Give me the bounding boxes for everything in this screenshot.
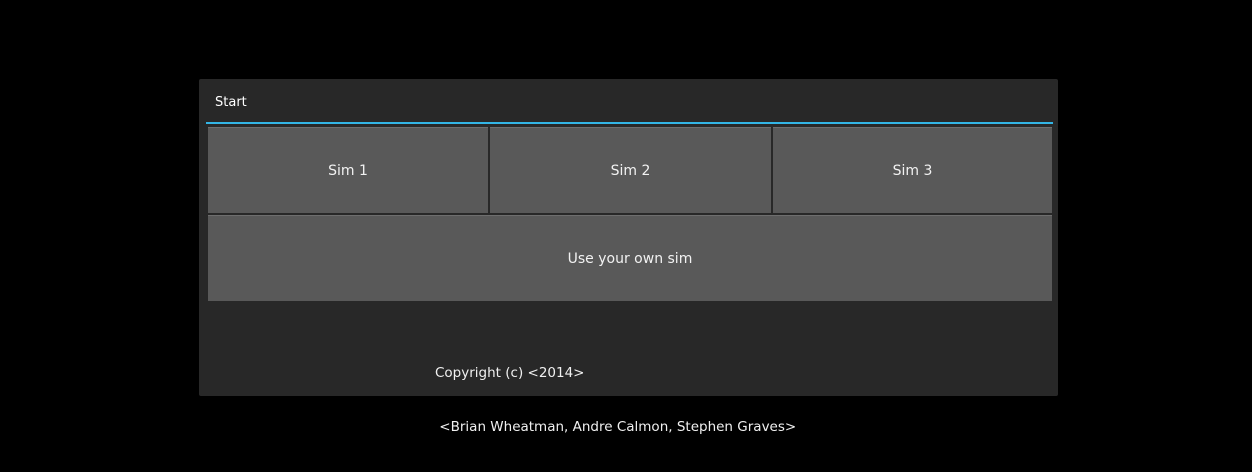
copyright-line-2: <Brian Wheatman, Andre Calmon, Stephen G…	[435, 419, 797, 435]
sim-3-button[interactable]: Sim 3	[773, 127, 1052, 213]
use-own-sim-label: Use your own sim	[567, 250, 693, 267]
start-dialog: Start Sim 1 Sim 2 Sim 3 Use your own sim…	[199, 79, 1058, 435]
copyright-text: Copyright (c) <2014> <Brian Wheatman, An…	[435, 328, 855, 472]
sim-1-label: Sim 1	[328, 162, 368, 179]
sim-2-button[interactable]: Sim 2	[490, 127, 771, 213]
dialog-title: Start	[206, 79, 1053, 124]
sim-3-label: Sim 3	[892, 162, 933, 179]
sim-2-label: Sim 2	[610, 162, 651, 179]
copyright-line-1: Copyright (c) <2014>	[435, 365, 585, 381]
sim-1-button[interactable]: Sim 1	[208, 127, 488, 213]
use-own-sim-button[interactable]: Use your own sim	[208, 215, 1052, 301]
